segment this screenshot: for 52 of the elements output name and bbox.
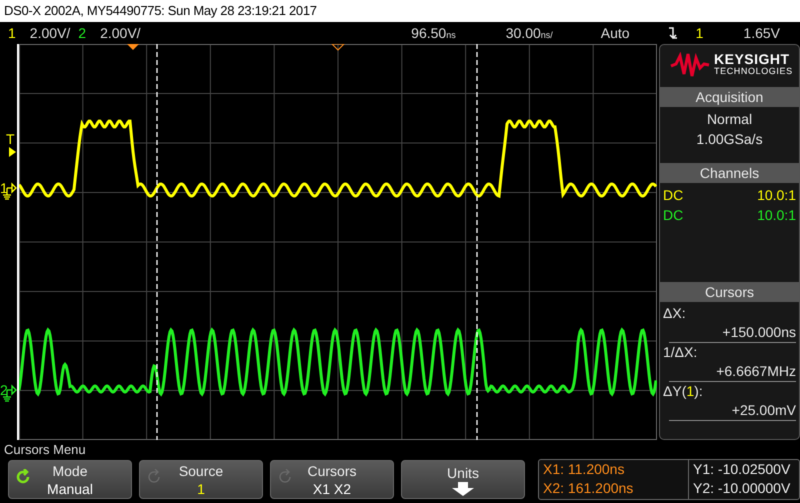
readout-label: 1/ΔX: [663, 343, 698, 362]
trigger-edge-icon [668, 26, 678, 40]
delay-marker-icon [330, 44, 346, 51]
horizontal-delay: 96.50ns [411, 25, 456, 41]
units-softkey[interactable]: Units [401, 460, 525, 499]
panel-header: Cursors [660, 282, 799, 302]
channel-number: 1 [0, 181, 8, 195]
panel-header: Channels [660, 163, 799, 183]
softkey-label: Mode [52, 462, 88, 480]
softkey[interactable]: Source 1 [139, 460, 263, 499]
trigger-arrow-icon [9, 147, 16, 157]
window-title: DS0-X 2002A, MY54490775: Sun May 28 23:19:21 2017 [0, 0, 800, 22]
channel-number: 2 [78, 25, 86, 41]
logo-wave-icon [670, 52, 710, 78]
timebase-scale: 30.00ns/ [506, 25, 553, 41]
softkey-label: Cursors [307, 462, 356, 480]
channel-scale: 2.00V/ [100, 25, 141, 41]
y-cursor-readout: Y2: -10.00000V [693, 479, 792, 498]
trigger-source: 1 [696, 25, 704, 41]
acquisition-mode: Normal [706, 110, 754, 129]
trigger-level: 1.65V [743, 25, 780, 41]
softkey-value: Manual [47, 480, 93, 498]
x-cursor-readout: X1: 11.200ns [543, 460, 626, 479]
channel-number: 2 [0, 383, 8, 397]
probe-ratio: 10.0:1 [757, 186, 796, 205]
channel-coupling: DC [663, 206, 684, 225]
trigger-level-marker: T [6, 132, 15, 146]
trigger-mode: Auto [600, 25, 630, 41]
softkey-value: X1 X2 [312, 480, 352, 498]
logo-name: KEYSIGHT [714, 53, 791, 65]
probe-ratio: 10.0:1 [757, 206, 796, 225]
readout-label: ΔY(1): [663, 382, 704, 401]
panel-header: Acquisition [660, 87, 799, 107]
readout-label: ΔX: [663, 304, 687, 323]
softkey-label: Source [178, 462, 224, 480]
y-cursor-readout: Y1: -10.02500V [693, 460, 792, 479]
readout-value: +25.00mV [669, 401, 796, 421]
readout-value: +150.000ns [669, 323, 796, 343]
channel-number: 1 [8, 25, 16, 41]
down-arrow-icon [451, 482, 475, 496]
menu-title: Cursors Menu [3, 441, 87, 458]
readout-value: +6.6667MHz [669, 362, 796, 382]
trigger-position-icon [127, 44, 139, 50]
x-cursor-readout: X2: 161.200ns [543, 479, 634, 498]
softkey[interactable]: Mode Manual [8, 460, 132, 499]
channel-scale: 2.00V/ [30, 25, 70, 41]
logo-subtitle: TECHNOLOGIES [714, 65, 793, 77]
softkey-label: Units [447, 464, 479, 482]
softkey-value: 1 [197, 480, 205, 498]
channel-coupling: DC [663, 186, 684, 205]
sample-rate: 1.00GSa/s [695, 130, 764, 149]
softkey[interactable]: Cursors X1 X2 [270, 460, 394, 499]
